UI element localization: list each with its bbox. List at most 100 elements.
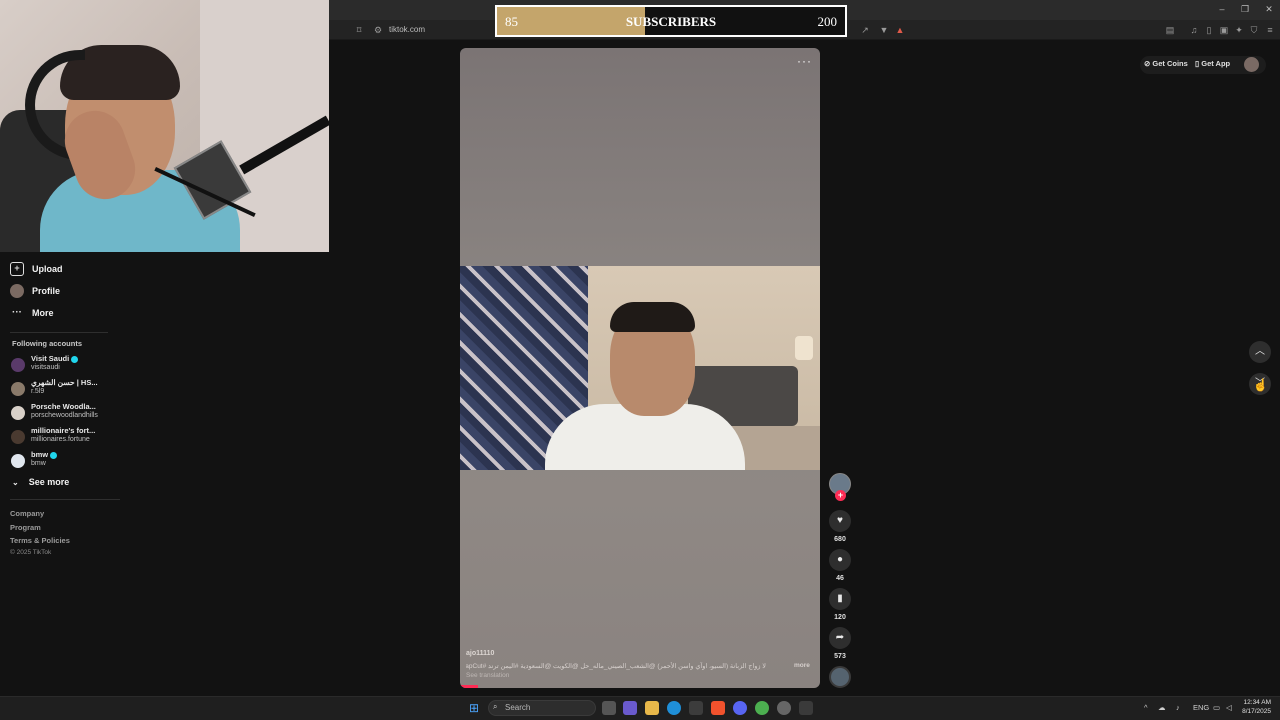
vpn-icon[interactable]: ⛉ [1249,25,1259,35]
video-player[interactable]: ··· ajo11110 لا زواج الزبانة (السيو، اوآ… [460,48,820,688]
windows-taskbar [0,696,1280,720]
footer-link-program[interactable]: Program [10,523,41,532]
sidebar-item-label: Upload [32,264,63,274]
subscriber-goal: 200 [817,14,838,29]
restore-button[interactable]: ❐ [1238,4,1252,15]
windows-start-icon[interactable]: ⊞ [467,701,481,715]
sidebar-item-label: More [32,308,54,318]
save-button[interactable]: ▮ [829,588,851,610]
subscriber-label: SUBSCRIBERS [625,14,717,29]
save-count: 120 [834,614,846,621]
avatar [11,358,25,372]
profile-avatar-icon [10,284,24,298]
tray-mic-icon[interactable]: ♪ [1176,703,1180,712]
avatar [11,406,25,420]
account-name: حسن الشهري | HS... [31,378,98,387]
tray-network-icon[interactable]: ▭ [1213,703,1220,712]
clock-date[interactable]: 8/17/2025 [1241,708,1271,715]
tray-chevron-up-icon[interactable]: ^ [1144,703,1148,712]
avatar [11,430,25,444]
see-translation-button[interactable]: See translation [466,672,509,679]
task-view-icon[interactable] [602,701,616,715]
video-more-menu-icon[interactable]: ··· [797,54,812,68]
bookmark-icon[interactable]: ⌑ [354,25,364,35]
account-handle: visitsaudi [31,364,60,371]
share-count: 573 [834,653,846,660]
comment-button[interactable]: ● [829,549,851,571]
phone-icon: ▯ [1195,59,1200,68]
verified-badge-icon [50,451,58,459]
avatar [11,454,25,468]
heart-icon: ♥ [837,515,843,526]
video-frame [460,266,820,470]
bookmark-icon: ▮ [837,593,843,604]
follow-button[interactable]: + [835,490,846,501]
see-more-button[interactable]: ⌄ See more [12,477,69,487]
menu-icon[interactable]: ≡ [1265,25,1275,35]
reader-icon[interactable]: ▯ [1204,25,1214,35]
ai-icon[interactable]: ✦ [1234,25,1244,35]
share-button[interactable]: ➦ [829,627,851,649]
close-button[interactable]: ✕ [1262,4,1276,15]
user-avatar[interactable] [1244,57,1259,72]
following-account-hassan[interactable]: حسن الشهري | HS... r.5l9 [11,378,131,400]
following-account-bmw[interactable]: bmw bmw [11,450,131,472]
video-caption: لا زواج الزبانة (السيو، اوآي واسن الأحمر… [466,663,766,670]
account-name: Visit Saudi [31,354,79,363]
following-account-porsche[interactable]: Porsche Woodla... porschewoodlandhills [11,402,131,424]
sidebar-divider [10,499,120,500]
like-count: 680 [834,536,846,543]
brave-rewards-icon[interactable]: ▲ [895,25,905,35]
footer-link-terms[interactable]: Terms & Policies [10,536,70,545]
following-account-millionaires[interactable]: millionaire's fort... millionaires.fortu… [11,426,131,448]
share-arrow-icon: ➦ [835,632,845,643]
sidebar-item-profile[interactable]: Profile [10,282,60,300]
get-coins-button[interactable]: ⊘ Get Coins [1144,59,1188,68]
sidebar-item-more[interactable]: ··· More [10,304,54,322]
webcam-overlay [0,0,329,252]
clock-time[interactable]: 12:34 AM [1241,699,1271,706]
sidebar-item-upload[interactable]: + Upload [10,260,63,278]
chrome-icon[interactable] [755,701,769,715]
wallet-icon[interactable]: ▣ [1219,25,1229,35]
file-explorer-icon[interactable] [645,701,659,715]
account-handle: bmw [31,460,46,467]
following-account-visitsaudi[interactable]: Visit Saudi visitsaudi [11,354,131,376]
brave-shield-icon[interactable]: ▼ [879,25,889,35]
terminal-icon[interactable] [799,701,813,715]
tray-volume-icon[interactable]: ◁ [1226,703,1232,712]
sound-disc-icon[interactable] [829,666,851,688]
footer-link-company[interactable]: Company [10,509,44,518]
account-name: bmw [31,450,58,459]
site-info-icon[interactable]: ⚙ [373,25,383,35]
copilot-icon[interactable] [623,701,637,715]
media-icon[interactable]: ♫ [1189,25,1199,35]
minimize-button[interactable]: – [1215,4,1229,14]
tray-cloud-icon[interactable]: ☁ [1158,703,1166,712]
like-button[interactable]: ♥ [829,510,851,532]
verified-badge-icon [71,355,79,363]
sidebar-divider [10,332,108,333]
subscriber-goal-bar: 85 SUBSCRIBERS 200 [495,5,847,37]
see-more-label: See more [28,477,70,487]
taskbar-search-placeholder: Search [505,703,531,712]
account-name: millionaire's fort... [31,426,96,435]
sidebar-toggle-icon[interactable]: ▤ [1165,25,1175,35]
search-icon: ⌕ [493,702,498,711]
get-app-button[interactable]: ▯ Get App [1195,59,1230,68]
tray-language[interactable]: ENG [1193,703,1209,712]
obs-icon[interactable] [777,701,791,715]
brave-icon[interactable] [711,701,725,715]
video-author[interactable]: ajo11110 [466,650,494,657]
store-icon[interactable] [689,701,703,715]
video-lamp [795,336,813,360]
edge-icon[interactable] [667,701,681,715]
avatar [11,382,25,396]
discord-icon[interactable] [733,701,747,715]
video-progress-bar[interactable] [460,685,478,688]
caption-more-button[interactable]: more [794,662,810,669]
previous-video-button[interactable]: ︿ [1249,341,1271,363]
share-icon[interactable]: ↗ [860,25,870,35]
url-field[interactable]: tiktok.com [389,25,425,34]
account-handle: r.5l9 [31,388,45,395]
